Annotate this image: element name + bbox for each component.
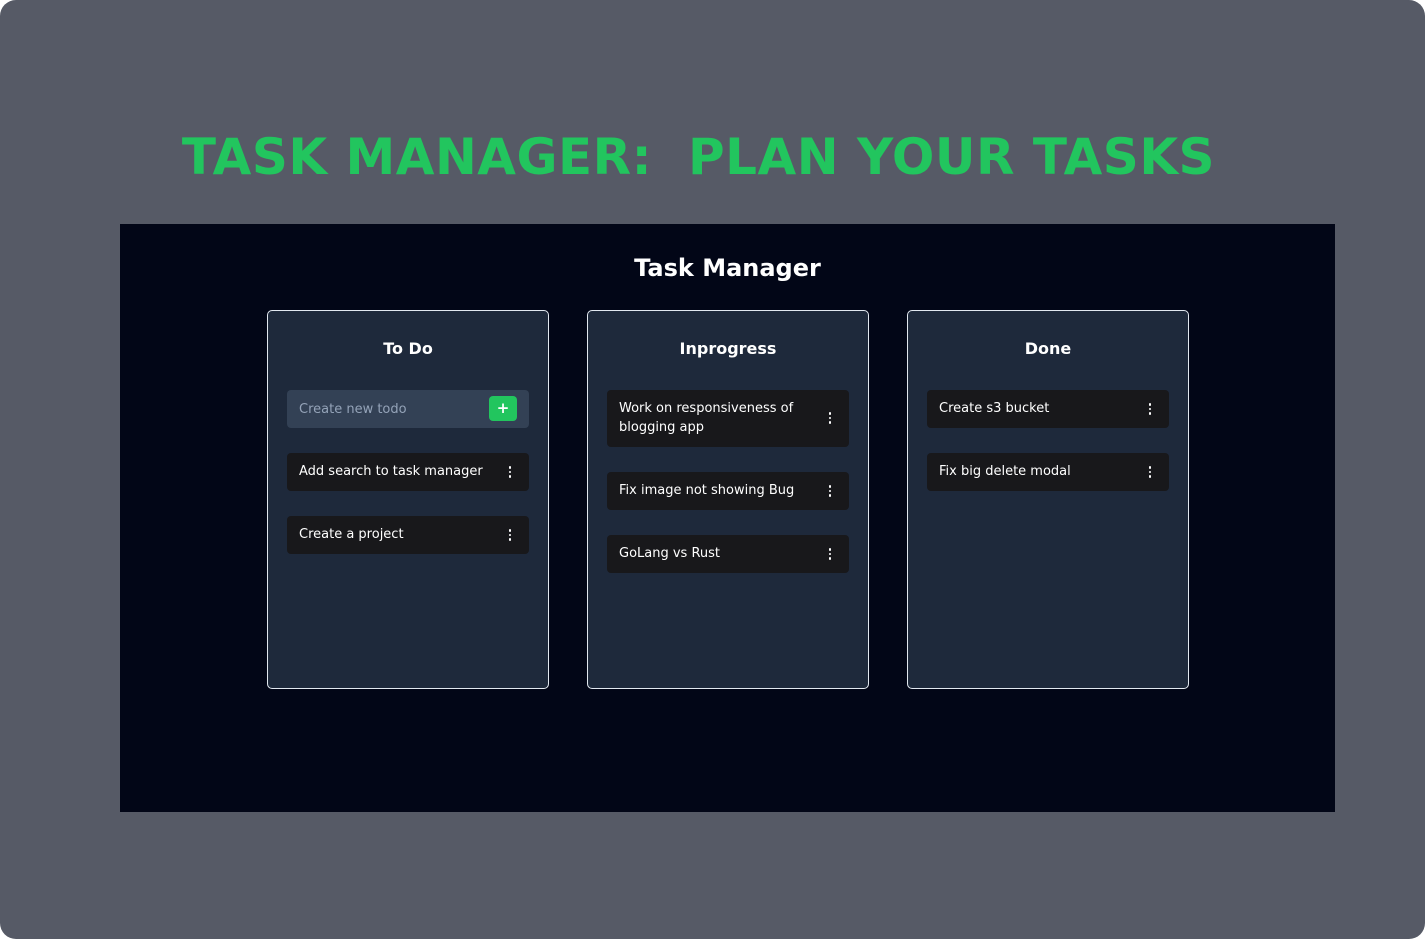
create-todo-input[interactable] [299,390,479,428]
task-card[interactable]: Create a project [287,516,529,554]
task-manager-app: Task Manager To Do + Add search to task … [120,224,1335,812]
more-options-icon[interactable] [823,481,837,501]
column-title-todo: To Do [383,339,433,358]
task-card[interactable]: Fix big delete modal [927,453,1169,491]
column-todo: To Do + Add search to task manager Creat… [267,310,549,689]
presentation-frame: TASK MANAGER: PLAN YOUR TASKS Task Manag… [0,0,1425,939]
column-title-inprogress: Inprogress [679,339,777,358]
task-title: Fix image not showing Bug [619,483,795,498]
task-card[interactable]: Work on responsiveness of blogging app [607,390,849,447]
more-options-icon[interactable] [1143,462,1157,482]
column-done: Done Create s3 bucket Fix big delete mod… [907,310,1189,689]
task-title: Fix big delete modal [939,464,1071,479]
task-card[interactable]: GoLang vs Rust [607,535,849,573]
task-title: GoLang vs Rust [619,546,721,561]
column-title-done: Done [1024,339,1072,358]
task-card[interactable]: Fix image not showing Bug [607,472,849,510]
create-todo-row: + [287,390,529,428]
add-todo-button[interactable]: + [489,396,517,421]
more-options-icon[interactable] [503,462,517,482]
headline: TASK MANAGER: PLAN YOUR TASKS [181,128,1216,186]
more-options-icon[interactable] [1143,399,1157,419]
task-title: Create s3 bucket [939,401,1050,416]
column-inprogress: Inprogress Work on responsiveness of blo… [587,310,869,689]
task-card[interactable]: Create s3 bucket [927,390,1169,428]
task-title: Add search to task manager [299,464,483,479]
task-card[interactable]: Add search to task manager [287,453,529,491]
task-title: Create a project [299,527,404,542]
more-options-icon[interactable] [503,525,517,545]
more-options-icon[interactable] [823,544,837,564]
app-title: Task Manager [634,254,821,282]
more-options-icon[interactable] [823,408,837,428]
task-title: Work on responsiveness of blogging app [619,401,794,435]
